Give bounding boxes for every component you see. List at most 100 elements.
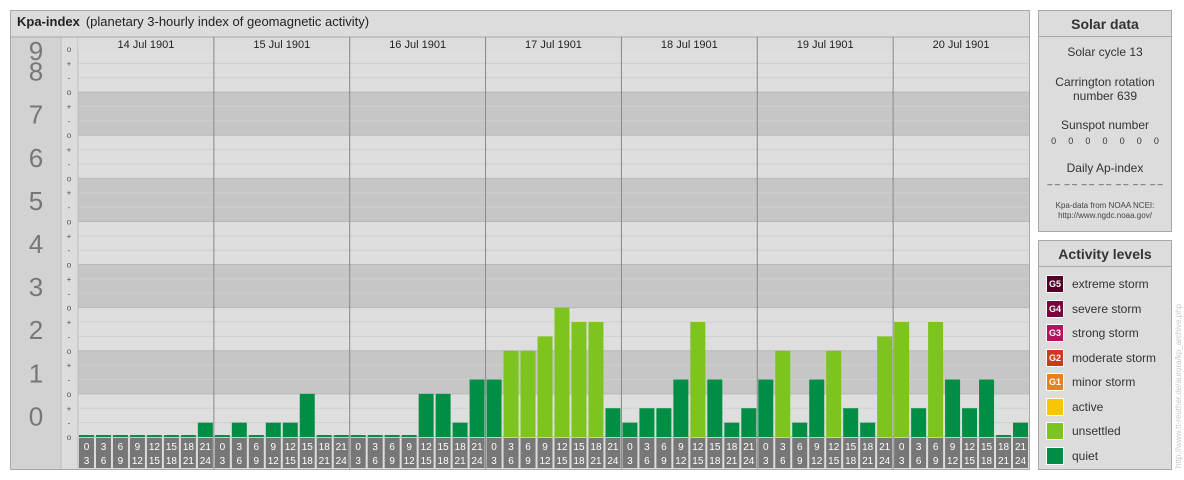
y-subtick: o [67, 131, 72, 140]
ap-value: – – [1150, 179, 1163, 189]
hour-label-start: 3 [372, 442, 378, 453]
y-subtick: o [67, 433, 72, 442]
hour-label-start: 6 [254, 442, 260, 453]
hour-label-start: 15 [302, 442, 314, 453]
hour-label-start: 9 [542, 442, 548, 453]
ap-index-values: – – – – – – – – – – – – – – [1039, 179, 1171, 189]
kp-bar [690, 322, 706, 437]
hour-label-start: 21 [336, 442, 348, 453]
kp-bar [792, 422, 808, 437]
kp-bar [1013, 422, 1028, 437]
kp-bar [214, 435, 230, 437]
y-subtick: + [67, 102, 72, 111]
kp-bar [520, 350, 536, 437]
band-4 [78, 221, 1029, 265]
kp-bar [588, 322, 604, 437]
activity-level-label: unsettled [1072, 424, 1121, 438]
hour-label-start: 21 [472, 442, 484, 453]
hour-label-start: 18 [726, 442, 738, 453]
kp-bar [367, 435, 383, 437]
hour-label-end: 15 [556, 456, 568, 467]
hour-label-start: 9 [814, 442, 820, 453]
kp-bar [894, 322, 910, 437]
hour-label-start: 3 [101, 442, 107, 453]
solar-data-panel: Solar data Solar cycle 13 Carrington rot… [1038, 10, 1172, 232]
y-subtick: - [68, 246, 71, 255]
hour-label-start: 21 [200, 442, 212, 453]
day-label: 17 Jul 1901 [525, 39, 582, 51]
day-label: 20 Jul 1901 [933, 39, 990, 51]
day-label: 18 Jul 1901 [661, 39, 718, 51]
activity-level-row: G5 extreme storm [1046, 275, 1149, 293]
sunspot-value: 0 [1051, 136, 1057, 146]
kp-bar [503, 350, 519, 437]
activity-level-swatch: G5 [1046, 275, 1064, 293]
hour-label-start: 15 [981, 442, 993, 453]
hour-label-end: 9 [525, 456, 531, 467]
hour-label-start: 0 [491, 442, 497, 453]
activity-level-swatch: G2 [1046, 348, 1064, 367]
hour-label-start: 3 [237, 442, 243, 453]
hour-label-start: 3 [644, 442, 650, 453]
hour-label-end: 9 [933, 456, 939, 467]
ap-value: – – [1098, 179, 1112, 189]
source-watermark: http://www.tt-reuther.de/aurora/kp_archi… [1174, 303, 1183, 468]
y-subtick: + [67, 232, 72, 241]
hour-label-start: 9 [950, 442, 956, 453]
hour-label-end: 18 [166, 456, 178, 467]
kp-bar [299, 393, 315, 437]
y-subtick: o [67, 174, 72, 183]
y-tick-0: 0 [29, 401, 43, 431]
band-5 [78, 178, 1029, 222]
hour-label-end: 12 [947, 456, 959, 467]
kp-bar [911, 408, 927, 437]
sunspot-value: 0 [1153, 136, 1159, 146]
kp-bar [95, 435, 111, 437]
hour-label-end: 3 [899, 456, 905, 467]
hour-label-end: 9 [797, 456, 803, 467]
hour-label-end: 3 [220, 456, 226, 467]
hour-label-start: 18 [319, 442, 331, 453]
y-subtick: o [67, 88, 72, 97]
hour-label-end: 24 [879, 456, 891, 467]
sunspot-value: 0 [1136, 136, 1142, 146]
hour-label-start: 15 [166, 442, 178, 453]
hour-label-start: 6 [525, 442, 531, 453]
kp-bar [435, 393, 451, 437]
kp-bar [843, 408, 859, 437]
activity-level-swatch: G1 [1046, 373, 1064, 391]
hour-label-end: 3 [355, 456, 361, 467]
chart-title-sub: (planetary 3-hourly index of geomagnetic… [85, 14, 370, 29]
hour-label-end: 15 [692, 456, 704, 467]
source-line-1: Kpa-data from NOAA NCEI: [1055, 201, 1155, 210]
hour-label-end: 9 [118, 456, 124, 467]
hour-label-end: 15 [149, 456, 161, 467]
hour-label-start: 6 [118, 442, 124, 453]
hour-label-end: 6 [101, 456, 107, 467]
hour-label-start: 6 [797, 442, 803, 453]
hour-label-end: 6 [916, 456, 922, 467]
activity-level-swatch: G3 [1046, 324, 1064, 342]
activity-level-label: strong storm [1072, 326, 1139, 340]
activity-level-label: severe storm [1072, 301, 1142, 316]
kp-bar [265, 422, 281, 437]
hour-label-start: 9 [271, 442, 277, 453]
hour-label-end: 9 [661, 456, 667, 467]
hour-label-start: 12 [692, 442, 704, 453]
hour-label-end: 21 [319, 456, 331, 467]
hour-label-end: 12 [268, 456, 280, 467]
kp-bar [333, 435, 349, 437]
y-subtick: - [68, 117, 71, 126]
hour-label-end: 15 [964, 456, 976, 467]
kp-bar [639, 408, 655, 437]
y-tick-6: 6 [29, 143, 43, 173]
kp-bar [486, 379, 502, 437]
hour-label-end: 6 [237, 456, 243, 467]
y-subtick: + [67, 361, 72, 370]
ap-value: – – [1047, 179, 1060, 189]
hour-label-end: 3 [763, 456, 769, 467]
hour-label-end: 24 [472, 456, 484, 467]
hour-label-end: 24 [336, 456, 348, 467]
ap-index-label: Daily Ap-index [1066, 161, 1144, 175]
activity-level-row: G2 moderate storm [1046, 348, 1156, 367]
